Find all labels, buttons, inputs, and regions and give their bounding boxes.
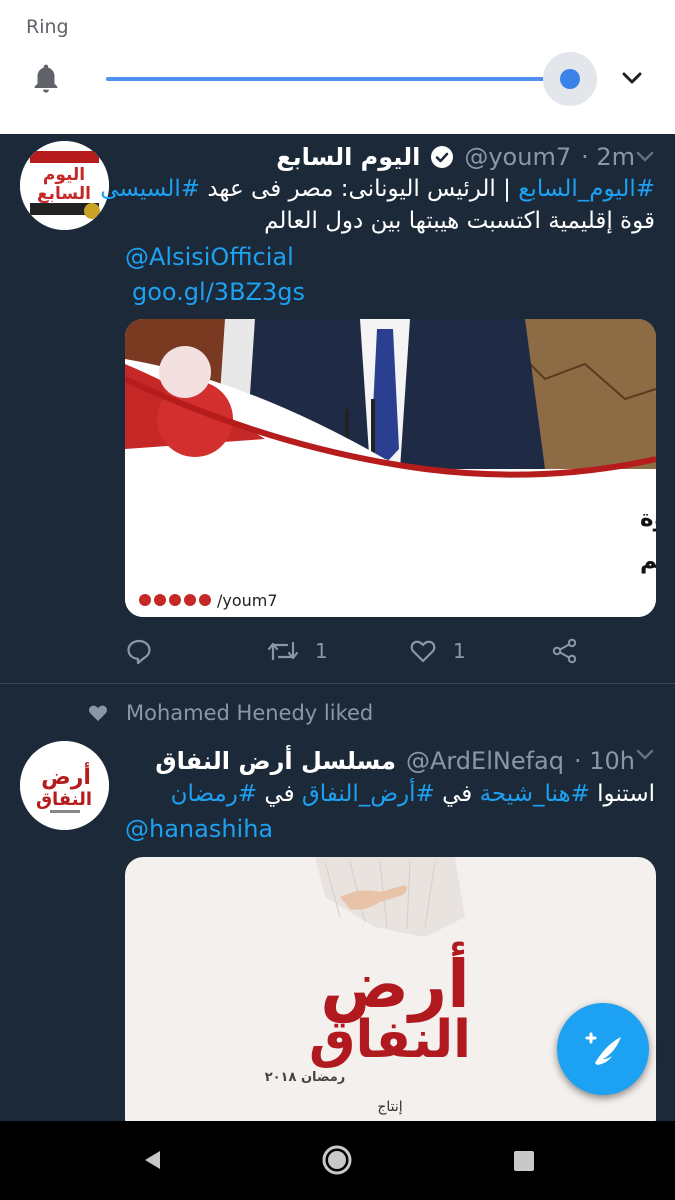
volume-slider-thumb[interactable] [560, 69, 580, 89]
svg-text:اليوم: اليوم [43, 165, 85, 185]
mention-link[interactable]: @hanashiha [125, 815, 273, 843]
tweet[interactable]: اليوم السابع · 2m @youm7 اليوم السابع #ا… [0, 134, 675, 684]
svg-text:إنتاج: إنتاج [377, 1099, 402, 1115]
text: في [442, 781, 473, 807]
liked-heart-icon [89, 705, 107, 721]
like-count: 1 [453, 639, 466, 663]
back-icon[interactable] [140, 1148, 164, 1172]
tweet-menu-caret-icon[interactable] [635, 748, 655, 762]
social-context: Mohamed Henedy liked [88, 701, 373, 725]
chevron-down-icon[interactable] [618, 64, 646, 92]
mention-link[interactable]: @AlsisiOfficial [125, 243, 294, 271]
svg-text:رمضان ٢٠١٨: رمضان ٢٠١٨ [265, 1070, 346, 1085]
home-icon[interactable] [321, 1144, 353, 1176]
time: · 2m [581, 143, 635, 171]
svg-text:/youm7: /youm7 [217, 591, 278, 610]
screen: Ring اليوم السابع · 2m @youm7 اليوم السا… [0, 0, 675, 1200]
compose-tweet-icon [585, 1032, 621, 1065]
avatar[interactable]: أرض النفاق [20, 741, 109, 830]
recents-icon[interactable] [513, 1150, 535, 1172]
text: | الرئيس اليونانى: مصر فى عهد [207, 176, 511, 202]
ardelnefaq-logo: أرض النفاق [20, 741, 109, 830]
share-button[interactable] [551, 636, 579, 666]
url-link[interactable]: goo.gl/3BZ3gs [132, 278, 305, 306]
hashtag[interactable]: #رمضان [171, 781, 258, 807]
tweet-header: · 10h @ArdElNefaq مسلسل أرض النفاق [155, 744, 635, 778]
svg-text:النفاق: النفاق [309, 1010, 471, 1070]
tweet-actions: 1 1 [125, 636, 625, 666]
avatar[interactable]: اليوم السابع [20, 141, 109, 230]
tweet-header: · 2m @youm7 اليوم السابع [276, 140, 635, 174]
svg-text:السابع: السابع [37, 184, 91, 204]
reply-button[interactable] [125, 636, 169, 666]
text: استنوا [597, 781, 655, 807]
hashtag[interactable]: #أرض_النفاق [302, 781, 435, 807]
retweet-button[interactable]: 1 [267, 636, 328, 666]
svg-text:النفاق: النفاق [36, 789, 92, 810]
volume-slider-track[interactable] [106, 77, 570, 81]
svg-text:أرض: أرض [41, 761, 91, 790]
tweet-media-card[interactable]: أرض النفاق رمضان ٢٠١٨ إنتاج [125, 857, 656, 1137]
tweet-media-card[interactable]: الرئيس اليونانى: مصر فى عهد السيسى قوة إ… [125, 319, 656, 617]
reply-icon [127, 639, 151, 665]
svg-text:إقليمية اكتسبت هيبتها بين دول: إقليمية اكتسبت هيبتها بين دول العالم [640, 548, 656, 574]
liked-by-text[interactable]: Mohamed Henedy liked [126, 701, 373, 725]
youm7-logo: اليوم السابع [20, 141, 109, 230]
hashtag[interactable]: #هنا_شيحة [480, 781, 590, 807]
system-navbar [0, 1121, 675, 1200]
volume-panel: Ring [0, 0, 675, 134]
display-name[interactable]: اليوم السابع [276, 143, 420, 171]
tweet-text-line-1: استنوا #هنا_شيحة في #أرض_النفاق في #رمضا… [171, 781, 655, 807]
time: · 10h [573, 747, 635, 775]
handle[interactable]: @youm7 [464, 143, 571, 171]
like-button[interactable]: 1 [409, 636, 466, 666]
compose-tweet-button[interactable] [557, 1003, 649, 1095]
display-name[interactable]: مسلسل أرض النفاق [155, 747, 396, 775]
svg-text:الرئيس اليونانى: مصر فى عهد ال: الرئيس اليونانى: مصر فى عهد السيسى قوة [640, 506, 656, 532]
media-image: أرض النفاق رمضان ٢٠١٨ إنتاج [125, 857, 656, 1137]
hashtag[interactable]: #اليوم_السابع [518, 176, 655, 202]
tweet-menu-caret-icon[interactable] [635, 150, 655, 164]
verified-icon [431, 146, 454, 168]
tweet-text-line-2: قوة إقليمية اكتسبت هيبتها بين دول العالم [264, 208, 655, 234]
bell-icon[interactable] [30, 62, 62, 96]
handle[interactable]: @ArdElNefaq [406, 747, 564, 775]
heart-icon [410, 640, 436, 663]
text: في [264, 781, 295, 807]
hashtag[interactable]: #السيسى [100, 176, 200, 202]
retweet-count: 1 [315, 639, 328, 663]
tweet-text-line-1: #اليوم_السابع | الرئيس اليونانى: مصر فى … [100, 176, 655, 202]
retweet-icon [267, 641, 299, 661]
media-image: الرئيس اليونانى: مصر فى عهد السيسى قوة إ… [125, 319, 656, 617]
share-icon [552, 638, 577, 664]
ring-label: Ring [26, 16, 69, 38]
